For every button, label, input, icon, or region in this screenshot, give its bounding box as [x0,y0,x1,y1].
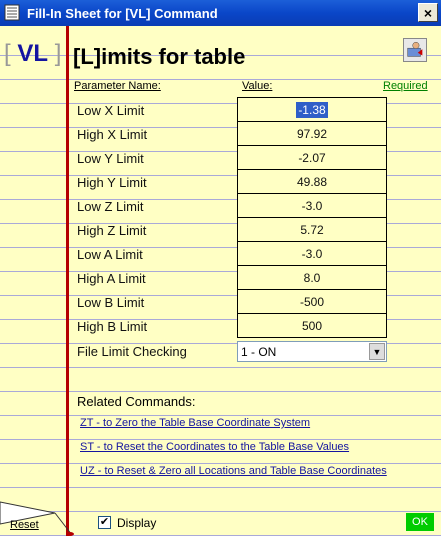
close-button[interactable]: × [418,3,438,22]
value-cell-high-a[interactable]: 8.0 [237,265,387,290]
value-cell-high-z[interactable]: 5.72 [237,217,387,242]
param-label-high-x: High X Limit [77,127,148,142]
related-commands-title: Related Commands: [77,394,196,409]
value-table: -1.38 97.92 -2.07 49.88 -3.0 5.72 -3.0 8… [237,97,387,338]
value-cell-low-x[interactable]: -1.38 [237,97,387,122]
window-title: Fill-In Sheet for [VL] Command [27,6,218,21]
value-cell-low-z[interactable]: -3.0 [237,193,387,218]
param-label-high-a: High A Limit [77,271,146,286]
link-zt[interactable]: ZT - to Zero the Table Base Coordinate S… [80,417,310,429]
command-code-text: VL [17,40,49,67]
help-icon[interactable] [403,38,427,62]
file-limit-value: 1 - ON [241,345,277,359]
sheet-icon [4,4,20,21]
value-cell-high-b[interactable]: 500 [237,313,387,338]
param-label-low-y: Low Y Limit [77,151,144,166]
file-limit-select[interactable]: 1 - ON ▼ [237,341,387,362]
title-bar: Fill-In Sheet for [VL] Command × [0,0,441,26]
param-label-low-z: Low Z Limit [77,199,144,214]
command-code: [ VL ] [4,40,62,67]
param-label-low-x: Low X Limit [77,103,145,118]
value-cell-high-x[interactable]: 97.92 [237,121,387,146]
param-label-high-z: High Z Limit [77,223,147,238]
link-st[interactable]: ST - to Reset the Coordinates to the Tab… [80,441,349,453]
chevron-down-icon[interactable]: ▼ [369,343,385,360]
ok-button[interactable]: OK [406,513,434,531]
param-label-high-y: High Y Limit [77,175,147,190]
param-label-low-a: Low A Limit [77,247,143,262]
param-label-low-b: Low B Limit [77,295,145,310]
display-label: Display [117,516,157,530]
close-icon: × [423,5,433,21]
value-header: Value: [242,80,273,92]
reset-button[interactable]: Reset [10,519,39,531]
value-cell-low-y[interactable]: -2.07 [237,145,387,170]
param-label-high-b: High B Limit [77,319,148,334]
parameter-name-header: Parameter Name: [74,80,161,92]
value-cell-low-b[interactable]: -500 [237,289,387,314]
file-limit-label: File Limit Checking [77,344,187,359]
display-checkbox[interactable]: ✔ [98,516,111,529]
page-title: [L]imits for table [73,44,246,69]
required-header: Required [383,80,428,92]
selected-value-text: -1.38 [296,101,328,118]
value-cell-high-y[interactable]: 49.88 [237,169,387,194]
value-cell-low-a[interactable]: -3.0 [237,241,387,266]
link-uz[interactable]: UZ - to Reset & Zero all Locations and T… [80,465,387,477]
margin-line [66,26,69,536]
